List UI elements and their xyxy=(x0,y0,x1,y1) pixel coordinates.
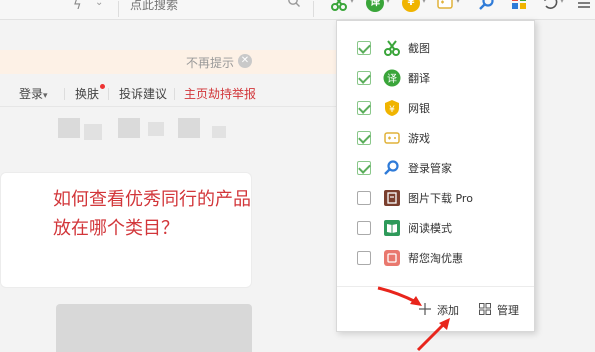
notification-bar: 不再提示 ✕ xyxy=(0,50,336,74)
menu-item-label: 网银 xyxy=(408,102,430,115)
annotation-arrow xyxy=(416,318,450,352)
checkbox[interactable] xyxy=(357,101,371,115)
menu-item-coupon[interactable]: 帮您淘优惠 xyxy=(337,243,534,273)
menu-item-label: 阅读模式 xyxy=(408,222,452,235)
menu-item-label: 截图 xyxy=(408,42,430,55)
blurred-content xyxy=(148,122,164,136)
menu-item-label: 图片下载 Pro xyxy=(408,192,473,205)
coupon-icon xyxy=(384,250,400,266)
blurred-content xyxy=(118,118,140,138)
menu-item-image-download[interactable]: 图片下载 Pro xyxy=(337,183,534,213)
login-link[interactable]: 登录▾ xyxy=(19,85,48,102)
extensions-menu: 截图 译 翻译 ¥ 网银 游戏 登录管家 图片下载 Pro 阅读模式 帮您淘优惠… xyxy=(336,20,535,332)
menu-item-screenshot[interactable]: 截图 xyxy=(337,33,534,63)
nav-divider xyxy=(174,88,175,100)
svg-text:译: 译 xyxy=(387,73,397,85)
shield-yuan-icon[interactable]: ¥ xyxy=(402,0,420,12)
hijack-report-link[interactable]: 主页劫持举报 xyxy=(184,85,256,102)
checkbox[interactable] xyxy=(357,251,371,265)
shield-yuan-icon: ¥ xyxy=(385,100,399,116)
chevron-down-icon[interactable]: ▾ xyxy=(560,0,564,5)
menu-item-label: 登录管家 xyxy=(408,162,452,175)
scissors-icon xyxy=(384,40,400,56)
search-input[interactable] xyxy=(130,0,280,14)
more-menu-icon[interactable] xyxy=(578,0,590,9)
scissors-icon[interactable] xyxy=(330,0,348,12)
menu-item-translate[interactable]: 译 翻译 xyxy=(337,63,534,93)
menu-item-reading-mode[interactable]: 阅读模式 xyxy=(337,213,534,243)
apps-grid-icon[interactable] xyxy=(512,0,526,9)
checkbox[interactable] xyxy=(357,41,371,55)
key-icon xyxy=(384,160,399,175)
grid-icon xyxy=(479,303,491,315)
menu-item-label: 游戏 xyxy=(408,132,430,145)
toolbar-divider xyxy=(118,1,119,17)
lightning-icon[interactable]: ϟ xyxy=(73,0,82,13)
svg-text:¥: ¥ xyxy=(389,105,395,115)
question-card[interactable]: 如何查看优秀同行的产品 放在哪个类目？ xyxy=(0,172,252,288)
dismiss-notice-text[interactable]: 不再提示 xyxy=(186,54,234,71)
translate-icon: 译 xyxy=(383,69,401,87)
menu-item-label: 翻译 xyxy=(408,72,430,85)
menu-item-games[interactable]: 游戏 xyxy=(337,123,534,153)
toolbar-divider xyxy=(313,1,314,17)
checkbox[interactable] xyxy=(357,221,371,235)
blurred-content xyxy=(212,126,226,138)
page-nav: 登录▾ 换肤 投诉建议 主页劫持举报 xyxy=(0,82,336,104)
gamepad-icon xyxy=(384,132,400,144)
book-icon xyxy=(384,220,400,236)
chevron-down-icon[interactable]: ▾ xyxy=(456,0,460,5)
undo-icon[interactable] xyxy=(542,0,558,10)
menu-item-bank[interactable]: ¥ 网银 xyxy=(337,93,534,123)
browser-toolbar: ϟ ⌄ ▾ 译 ▾ ¥ ▾ ▾ ▾ xyxy=(0,0,595,20)
menu-footer-divider xyxy=(337,286,534,287)
blurred-content xyxy=(84,124,102,140)
gamepad-icon[interactable] xyxy=(436,0,454,12)
chevron-down-icon[interactable]: ▾ xyxy=(350,0,354,5)
feedback-link[interactable]: 投诉建议 xyxy=(119,85,167,102)
menu-item-label: 帮您淘优惠 xyxy=(408,252,463,265)
chevron-down-icon[interactable]: ▾ xyxy=(422,0,426,5)
menu-item-login-manager[interactable]: 登录管家 xyxy=(337,153,534,183)
key-icon[interactable] xyxy=(478,0,496,12)
nav-underline xyxy=(0,106,336,107)
image-download-icon xyxy=(384,190,400,206)
blurred-content xyxy=(58,118,80,138)
manage-label: 管理 xyxy=(497,304,519,317)
nav-divider xyxy=(64,88,65,100)
search-icon[interactable] xyxy=(287,0,301,8)
checkbox[interactable] xyxy=(357,161,371,175)
nav-divider xyxy=(108,88,109,100)
chevron-down-icon[interactable]: ▾ xyxy=(386,0,390,5)
question-line-1: 如何查看优秀同行的产品 xyxy=(53,189,251,210)
checkbox[interactable] xyxy=(357,71,371,85)
question-line-2: 放在哪个类目？ xyxy=(53,218,179,239)
close-icon[interactable]: ✕ xyxy=(238,54,252,68)
login-label: 登录 xyxy=(19,87,44,101)
chevron-down-icon: ▾ xyxy=(43,91,48,101)
checkbox[interactable] xyxy=(357,131,371,145)
translate-icon[interactable]: 译 xyxy=(366,0,384,12)
notification-dot xyxy=(100,84,105,89)
checkbox[interactable] xyxy=(357,191,371,205)
annotation-arrow xyxy=(377,286,422,306)
chevron-down-icon[interactable]: ⌄ xyxy=(95,0,103,8)
content-placeholder xyxy=(56,304,252,352)
blurred-content xyxy=(178,118,200,138)
skin-link[interactable]: 换肤 xyxy=(75,85,99,102)
